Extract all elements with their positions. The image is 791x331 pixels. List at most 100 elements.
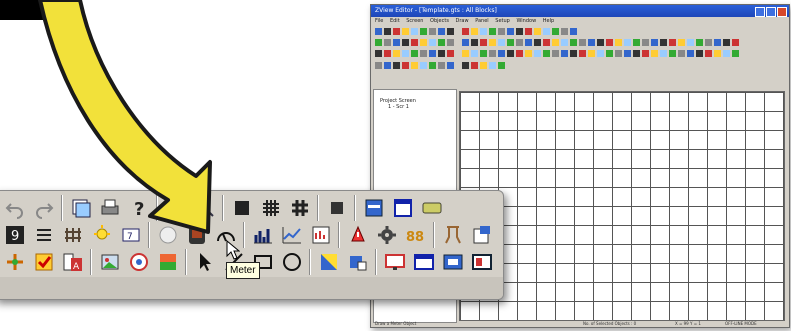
menu-edit[interactable]: Edit [390, 18, 400, 24]
toolbar-thumb-button[interactable] [507, 28, 514, 35]
picture-button[interactable] [98, 250, 122, 274]
toolbar-thumb-button[interactable] [420, 62, 427, 69]
toolbar-thumb-button[interactable] [714, 50, 721, 57]
help-button[interactable]: ? [127, 196, 151, 220]
fill-button[interactable] [325, 196, 349, 220]
toolbar-thumb-button[interactable] [723, 39, 730, 46]
toolbar-thumb-button[interactable] [651, 50, 658, 57]
toolbar-thumb-button[interactable] [534, 50, 541, 57]
toolbar-thumb-button[interactable] [660, 39, 667, 46]
toolbar-thumb-button[interactable] [489, 28, 496, 35]
toolbar-thumb-button[interactable] [606, 39, 613, 46]
toolbar-thumb-button[interactable] [375, 50, 382, 57]
toolbar-thumb-button[interactable] [438, 50, 445, 57]
toolbar-thumb-button[interactable] [705, 39, 712, 46]
design-canvas-grid[interactable] [459, 91, 785, 321]
trend-button[interactable] [280, 223, 304, 247]
pipe-button[interactable] [61, 223, 85, 247]
toolbar-thumb-button[interactable] [480, 50, 487, 57]
toolbar-thumb-button[interactable] [696, 50, 703, 57]
toolbar-thumb-button[interactable] [543, 28, 550, 35]
print-button[interactable] [98, 196, 122, 220]
layer-button[interactable] [362, 196, 386, 220]
pointer-button[interactable] [193, 250, 217, 274]
maximize-icon[interactable] [766, 7, 776, 17]
toolbar-thumb-button[interactable] [561, 39, 568, 46]
text-button[interactable]: A [61, 250, 85, 274]
toolbar-thumb-button[interactable] [480, 39, 487, 46]
toolbar-thumb-button[interactable] [570, 28, 577, 35]
toolbar-thumb-button[interactable] [393, 39, 400, 46]
symbol-button[interactable] [127, 250, 151, 274]
frame-button[interactable] [470, 250, 494, 274]
toolbar-thumb-button[interactable] [420, 39, 427, 46]
toolbar-thumb-button[interactable] [438, 39, 445, 46]
toolbar-thumb-button[interactable] [669, 50, 676, 57]
shape-button[interactable] [346, 250, 370, 274]
toolbar-thumb-button[interactable] [507, 50, 514, 57]
toolbar-thumb-button[interactable] [498, 39, 505, 46]
toolbar-thumb-button[interactable] [393, 28, 400, 35]
toolbar-thumb-button[interactable] [615, 50, 622, 57]
recipe-button[interactable] [441, 223, 465, 247]
window-button[interactable] [391, 196, 415, 220]
toolbar-thumb-button[interactable] [411, 39, 418, 46]
toolbar-thumb-button[interactable] [687, 39, 694, 46]
grid-large-button[interactable] [288, 196, 312, 220]
toolbar-thumb-button[interactable] [402, 62, 409, 69]
toolbar-thumb-button[interactable] [384, 62, 391, 69]
screen-button[interactable] [383, 250, 407, 274]
toolbar-thumb-button[interactable] [411, 28, 418, 35]
chart-button[interactable] [309, 223, 333, 247]
toolbar-thumb-button[interactable] [687, 50, 694, 57]
toolbar-thumb-button[interactable] [438, 28, 445, 35]
counter-button[interactable]: 88 [404, 223, 428, 247]
toolbar-thumb-button[interactable] [462, 28, 469, 35]
toolbar-thumb-button[interactable] [393, 62, 400, 69]
toolbar-thumb-button[interactable] [471, 39, 478, 46]
toolbar-thumb-button[interactable] [642, 50, 649, 57]
redo-button[interactable] [32, 196, 56, 220]
alarm-button[interactable] [346, 223, 370, 247]
ellipse-button[interactable] [280, 250, 304, 274]
toolbar-thumb-button[interactable] [642, 39, 649, 46]
window-open-button[interactable] [412, 250, 436, 274]
menu-window[interactable]: Window [516, 18, 536, 24]
toolbar-thumb-button[interactable] [561, 28, 568, 35]
toolbar-thumb-button[interactable] [552, 28, 559, 35]
toolbar-thumb-button[interactable] [516, 39, 523, 46]
toolbar-thumb-button[interactable] [402, 28, 409, 35]
toolbar-thumb-button[interactable] [606, 50, 613, 57]
toolbar-thumb-button[interactable] [534, 28, 541, 35]
toolbar-thumb-button[interactable] [579, 50, 586, 57]
toolbar-thumb-button[interactable] [402, 50, 409, 57]
toolbar-thumb-button[interactable] [669, 39, 676, 46]
io-button[interactable] [499, 223, 503, 247]
toolbar-thumb-button[interactable] [597, 50, 604, 57]
toolbar-thumb-button[interactable] [525, 39, 532, 46]
toolbar-thumb-button[interactable] [420, 50, 427, 57]
toolbar-thumb-button[interactable] [420, 28, 427, 35]
toolbar-thumb-button[interactable] [705, 50, 712, 57]
tree-item-screen[interactable]: 1 - Scr 1 [380, 104, 456, 110]
toolbar-thumb-button[interactable] [696, 39, 703, 46]
toolbar-thumb-button[interactable] [552, 39, 559, 46]
toolbar-thumb-button[interactable] [411, 50, 418, 57]
toolbar-thumb-button[interactable] [570, 50, 577, 57]
toolbar-thumb-button[interactable] [489, 39, 496, 46]
toolbar-thumb-button[interactable] [462, 62, 469, 69]
toolbar-thumb-button[interactable] [588, 50, 595, 57]
close-icon[interactable] [777, 7, 787, 17]
menu-objects[interactable]: Objects [430, 18, 449, 24]
toolbar-thumb-button[interactable] [651, 39, 658, 46]
monitor-button[interactable] [185, 223, 209, 247]
grid-small-button[interactable] [230, 196, 254, 220]
toolbar-thumb-button[interactable] [579, 39, 586, 46]
toolbar-thumb-button[interactable] [375, 62, 382, 69]
toolbar-thumb-button[interactable] [384, 39, 391, 46]
toolbar-thumb-button[interactable] [384, 50, 391, 57]
menu-screen[interactable]: Screen [406, 18, 423, 24]
polygon-button[interactable] [317, 250, 341, 274]
toolbar-thumb-button[interactable] [633, 39, 640, 46]
toolbar-thumb-button[interactable] [543, 39, 550, 46]
